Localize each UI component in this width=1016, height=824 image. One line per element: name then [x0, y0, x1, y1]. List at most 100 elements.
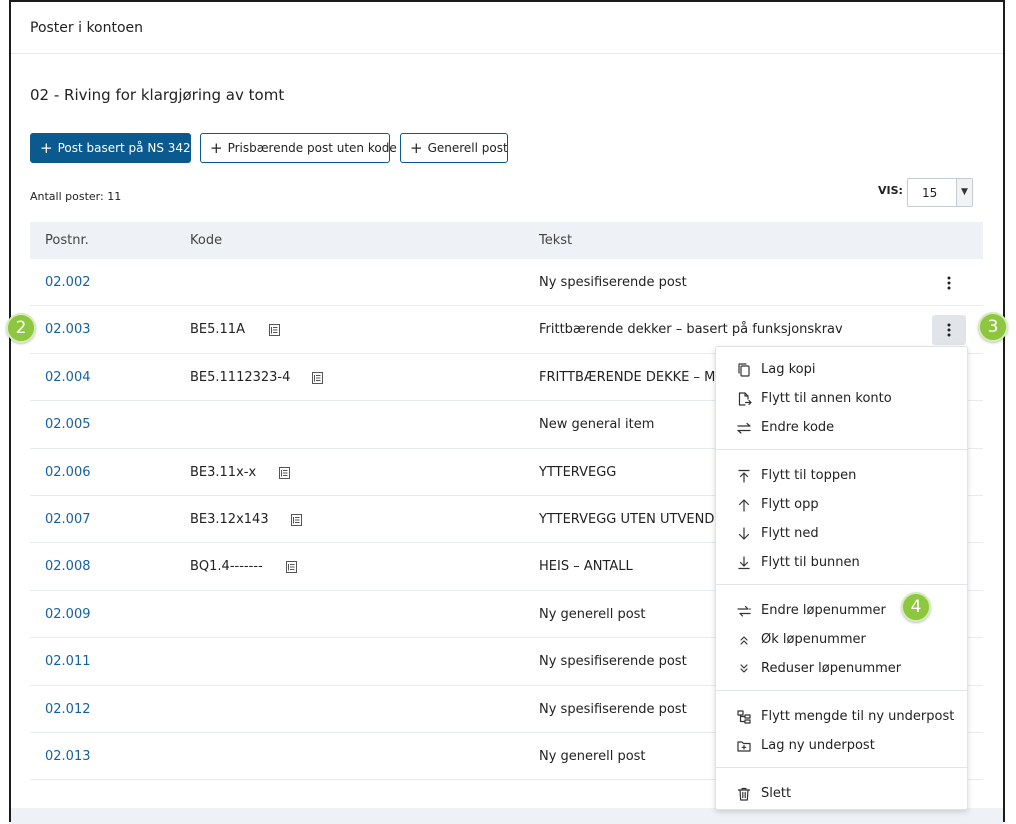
postnr-link[interactable]: 02.005 — [45, 417, 91, 432]
callout-badge: 2 — [6, 313, 36, 343]
tekst-cell: Ny spesifiserende post — [539, 654, 687, 670]
kode-cell: BE5.11A — [190, 322, 245, 338]
column-header-kode: Kode — [190, 233, 223, 248]
menu-item-label: Flytt ned — [761, 526, 819, 541]
add-general-item-label: Generell post — [427, 141, 508, 155]
plus-icon: + — [410, 138, 423, 157]
postnr-link[interactable]: 02.012 — [45, 702, 91, 717]
swap-numbers-icon — [736, 603, 752, 619]
tekst-cell: Ny spesifiserende post — [539, 701, 687, 717]
menu-item-label: Flytt til toppen — [761, 468, 857, 483]
callout-badge: 4 — [901, 592, 931, 622]
menu-item-label: Flytt til bunnen — [761, 555, 860, 570]
arrow-top-icon — [736, 468, 752, 484]
arrow-up-icon — [736, 497, 752, 513]
document-icon[interactable] — [291, 513, 302, 526]
kode-cell: BQ1.4------- — [190, 559, 263, 575]
postnr-link[interactable]: 02.004 — [45, 370, 91, 385]
document-icon[interactable] — [279, 466, 290, 479]
item-count: Antall poster: 11 — [30, 190, 122, 203]
menu-item-label: Øk løpenummer — [761, 632, 866, 647]
menu-item-label: Flytt opp — [761, 497, 819, 512]
menu-divider — [716, 584, 967, 585]
column-header-postnr: Postnr. — [45, 233, 89, 248]
tekst-cell: Ny generell post — [539, 606, 646, 622]
tree-icon — [736, 709, 752, 725]
move-file-icon — [736, 391, 752, 407]
arrow-down-icon — [736, 526, 752, 542]
menu-item-endre-kode[interactable]: Endre kode — [716, 415, 967, 441]
row-actions-button[interactable] — [932, 268, 966, 298]
postnr-link[interactable]: 02.011 — [45, 654, 91, 669]
add-priced-item-button[interactable]: + Prisbærende post uten kode — [200, 133, 397, 163]
kebab-icon — [947, 276, 951, 290]
menu-item-label: Flytt til annen konto — [761, 391, 892, 406]
document-icon[interactable] — [312, 371, 323, 384]
tekst-cell: YTTERVEGG — [539, 464, 617, 480]
menu-item-flytt-til-toppen[interactable]: Flytt til toppen — [716, 463, 967, 489]
menu-item-flytt-mengde-til-ny-underpost[interactable]: Flytt mengde til ny underpost — [716, 704, 967, 730]
menu-item-label: Lag ny underpost — [761, 738, 875, 753]
menu-item-slett[interactable]: Slett — [716, 781, 967, 807]
section-title: 02 - Riving for klargjøring av tomt — [30, 86, 285, 104]
menu-item-flytt-ned[interactable]: Flytt ned — [716, 521, 967, 547]
kebab-icon — [947, 323, 951, 337]
add-priced-item-label: Prisbærende post uten kode — [227, 141, 397, 155]
postnr-link[interactable]: 02.002 — [45, 275, 91, 290]
menu-item-flytt-til-bunnen[interactable]: Flytt til bunnen — [716, 550, 967, 576]
plus-icon: + — [210, 138, 223, 157]
menu-item-label: Endre kode — [761, 420, 835, 435]
add-ns3420-item-button[interactable]: + Post basert på NS 3420 — [30, 133, 198, 163]
menu-item-øk-løpenummer[interactable]: Øk løpenummer — [716, 627, 967, 653]
column-header-tekst: Tekst — [539, 233, 573, 248]
tekst-cell: Ny generell post — [539, 748, 646, 764]
document-icon[interactable] — [286, 561, 297, 574]
page-size-select[interactable]: 15 ▼ — [907, 178, 973, 207]
double-chevron-up-icon — [736, 632, 752, 648]
table-row[interactable]: 02.002 Ny spesifiserende post — [30, 259, 983, 307]
postnr-link[interactable]: 02.008 — [45, 559, 91, 574]
postnr-link[interactable]: 02.013 — [45, 749, 91, 764]
tekst-cell: YTTERVEGG UTEN UTVENDIG — [539, 511, 729, 527]
kode-cell: BE3.12x143 — [190, 511, 269, 527]
menu-item-flytt-opp[interactable]: Flytt opp — [716, 492, 967, 518]
row-actions-button[interactable] — [932, 315, 966, 346]
copy-icon — [736, 362, 752, 378]
swap-icon — [736, 420, 752, 436]
postnr-link[interactable]: 02.007 — [45, 512, 91, 527]
chevron-down-icon: ▼ — [956, 179, 972, 206]
add-ns3420-item-label: Post basert på NS 3420 — [57, 141, 199, 155]
page-size-value: 15 — [922, 186, 938, 200]
menu-item-flytt-til-annen-konto[interactable]: Flytt til annen konto — [716, 386, 967, 412]
menu-item-label: Flytt mengde til ny underpost — [761, 709, 955, 724]
menu-item-label: Reduser løpenummer — [761, 661, 902, 676]
postnr-link[interactable]: 02.009 — [45, 607, 91, 622]
page-size-label: VIS: — [878, 184, 903, 197]
kode-cell: BE3.11x-x — [190, 464, 257, 480]
panel-header: Poster i kontoen — [11, 2, 1003, 54]
menu-item-label: Slett — [761, 786, 792, 801]
tekst-cell: New general item — [539, 417, 655, 433]
tekst-cell: HEIS – ANTALL — [539, 559, 633, 575]
menu-item-lag-ny-underpost[interactable]: Lag ny underpost — [716, 733, 967, 759]
folder-plus-icon — [736, 738, 752, 754]
document-icon[interactable] — [269, 324, 280, 337]
menu-item-label: Lag kopi — [761, 362, 816, 377]
postnr-link[interactable]: 02.003 — [45, 322, 91, 337]
trash-icon — [736, 786, 752, 802]
table-header: Postnr. Kode Tekst — [30, 222, 983, 259]
tekst-cell: Frittbærende dekker – basert på funksjon… — [539, 322, 843, 338]
menu-divider — [716, 690, 967, 691]
tekst-cell: Ny spesifiserende post — [539, 275, 687, 290]
row-context-menu: Lag kopi Flytt til annen konto Endre kode F… — [715, 346, 968, 810]
double-chevron-down-icon — [736, 661, 752, 677]
add-general-item-button[interactable]: + Generell post — [400, 133, 508, 163]
tekst-cell: FRITTBÆRENDE DEKKE – ME — [539, 369, 724, 385]
menu-divider — [716, 767, 967, 768]
menu-item-reduser-løpenummer[interactable]: Reduser løpenummer — [716, 656, 967, 682]
postnr-link[interactable]: 02.006 — [45, 465, 91, 480]
menu-item-lag-kopi[interactable]: Lag kopi — [716, 357, 967, 383]
menu-divider — [716, 449, 967, 450]
plus-icon: + — [40, 138, 53, 157]
arrow-bottom-icon — [736, 555, 752, 571]
